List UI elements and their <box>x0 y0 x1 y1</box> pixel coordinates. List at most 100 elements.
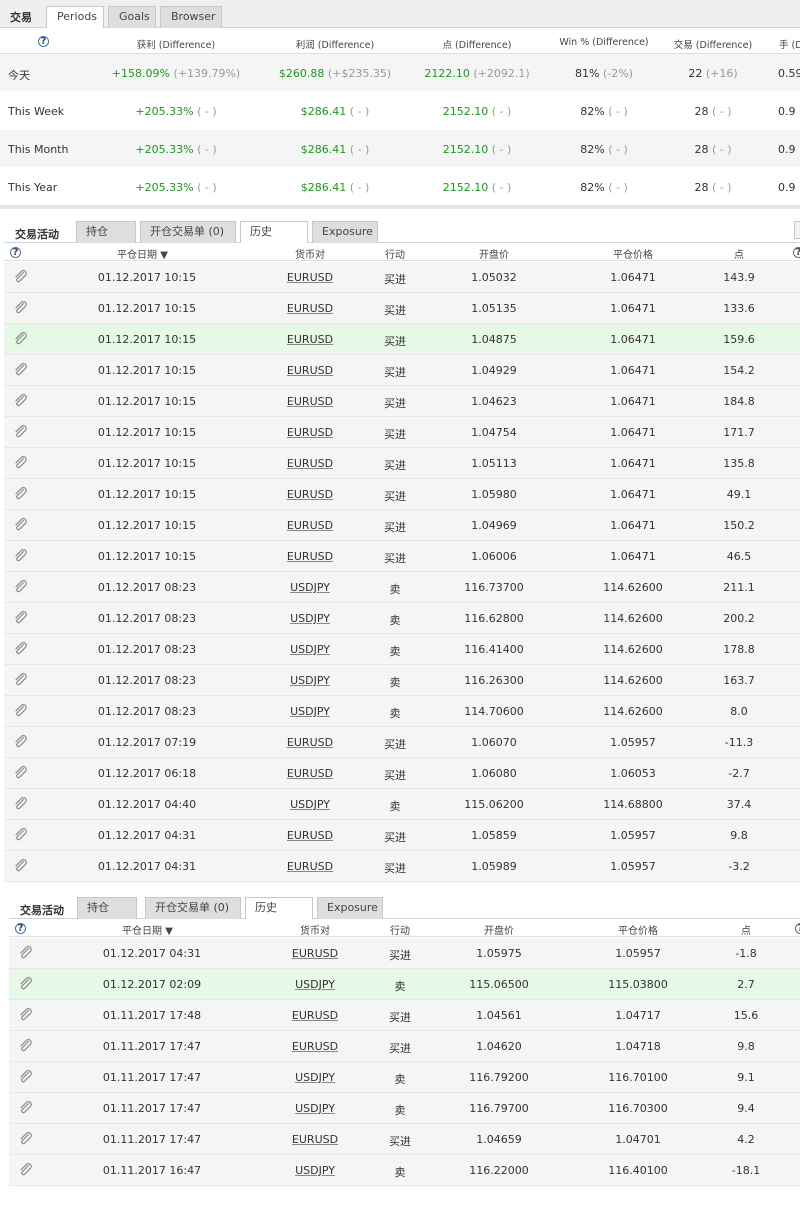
symbol-link[interactable]: USDJPY <box>290 612 330 625</box>
symbol-link[interactable]: EURUSD <box>292 1009 338 1022</box>
table-row[interactable]: 01.12.2017 04:31 EURUSD 买进 1.05859 1.05957 9.… <box>4 820 800 851</box>
symbol-link[interactable]: EURUSD <box>292 947 338 960</box>
paperclip-icon[interactable] <box>19 1038 33 1056</box>
symbol-link[interactable]: EURUSD <box>287 767 333 780</box>
paperclip-icon[interactable] <box>19 1069 33 1087</box>
tab-positions[interactable]: 持仓 (0) <box>77 897 137 934</box>
table-row[interactable]: 01.12.2017 10:15 EURUSD 买进 1.05113 1.06471 13… <box>4 448 800 479</box>
paperclip-icon[interactable] <box>19 1100 33 1118</box>
symbol-link[interactable]: USDJPY <box>295 1102 335 1115</box>
help-icon[interactable]: ? <box>10 247 21 258</box>
symbol-link[interactable]: USDJPY <box>290 798 330 811</box>
table-row[interactable]: 01.12.2017 06:18 EURUSD 买进 1.06080 1.06053 -2… <box>4 758 800 789</box>
table-row[interactable]: 01.12.2017 08:23 USDJPY 卖 114.70600 114.6260… <box>4 696 800 727</box>
paperclip-icon[interactable] <box>14 641 28 659</box>
table-row[interactable]: 01.11.2017 17:48 EURUSD 买进 1.04561 1.04717 15… <box>9 1000 800 1031</box>
paperclip-icon[interactable] <box>14 672 28 690</box>
table-row[interactable]: 01.11.2017 17:47 USDJPY 卖 116.79200 116.7010… <box>9 1062 800 1093</box>
table-row[interactable]: 01.12.2017 04:31 EURUSD 买进 1.05975 1.05957 -1… <box>9 938 800 969</box>
symbol-link[interactable]: EURUSD <box>287 302 333 315</box>
header-pips[interactable]: 点 <box>741 922 751 937</box>
tab-browser[interactable]: Browser <box>160 6 222 28</box>
header-close-date[interactable]: 平仓日期 ▼ <box>122 922 173 937</box>
header-pips[interactable]: 点 <box>734 246 744 261</box>
paperclip-icon[interactable] <box>19 1007 33 1025</box>
paperclip-icon[interactable] <box>14 548 28 566</box>
table-row[interactable]: 01.11.2017 17:47 USDJPY 卖 116.79700 116.7030… <box>9 1093 800 1124</box>
header-action[interactable]: 行动 <box>385 246 405 261</box>
tab-exposure[interactable]: Exposure <box>312 221 378 243</box>
symbol-link[interactable]: USDJPY <box>290 705 330 718</box>
symbol-link[interactable]: EURUSD <box>287 364 333 377</box>
table-row[interactable]: 01.12.2017 10:15 EURUSD 买进 1.05032 1.06471 14… <box>4 262 800 293</box>
help-icon[interactable]: ? <box>38 36 49 47</box>
paperclip-icon[interactable] <box>14 610 28 628</box>
symbol-link[interactable]: EURUSD <box>287 860 333 873</box>
symbol-link[interactable]: EURUSD <box>292 1040 338 1053</box>
paperclip-icon[interactable] <box>14 517 28 535</box>
header-symbol[interactable]: 货币对 <box>295 246 325 261</box>
symbol-link[interactable]: EURUSD <box>287 333 333 346</box>
symbol-link[interactable]: USDJPY <box>290 674 330 687</box>
paperclip-icon[interactable] <box>14 827 28 845</box>
table-row[interactable]: 01.12.2017 10:15 EURUSD 买进 1.04875 1.06471 15… <box>4 324 800 355</box>
symbol-link[interactable]: EURUSD <box>287 550 333 563</box>
table-row[interactable]: 01.11.2017 17:47 EURUSD 买进 1.04659 1.04701 4.… <box>9 1124 800 1155</box>
paperclip-icon[interactable] <box>14 331 28 349</box>
symbol-link[interactable]: EURUSD <box>287 829 333 842</box>
symbol-link[interactable]: EURUSD <box>287 519 333 532</box>
help-icon[interactable]: ? <box>795 923 800 934</box>
symbol-link[interactable]: EURUSD <box>287 736 333 749</box>
table-row[interactable]: 01.11.2017 17:47 EURUSD 买进 1.04620 1.04718 9.… <box>9 1031 800 1062</box>
table-row[interactable]: 01.12.2017 07:19 EURUSD 买进 1.06070 1.05957 -1… <box>4 727 800 758</box>
paperclip-icon[interactable] <box>14 765 28 783</box>
paperclip-icon[interactable] <box>14 796 28 814</box>
symbol-link[interactable]: USDJPY <box>295 1071 335 1084</box>
table-row[interactable]: 01.12.2017 10:15 EURUSD 买进 1.04754 1.06471 17… <box>4 417 800 448</box>
symbol-link[interactable]: USDJPY <box>295 1164 335 1177</box>
tab-history[interactable]: 历史 (28) <box>240 221 308 258</box>
paperclip-icon[interactable] <box>14 486 28 504</box>
paperclip-icon[interactable] <box>19 1162 33 1180</box>
symbol-link[interactable]: USDJPY <box>290 581 330 594</box>
help-icon[interactable]: ? <box>15 923 26 934</box>
symbol-link[interactable]: EURUSD <box>287 488 333 501</box>
table-row[interactable]: 01.12.2017 10:15 EURUSD 买进 1.05980 1.06471 49… <box>4 479 800 510</box>
symbol-link[interactable]: EURUSD <box>287 271 333 284</box>
symbol-link[interactable]: USDJPY <box>290 643 330 656</box>
paperclip-icon[interactable] <box>19 976 33 994</box>
table-row[interactable]: 01.12.2017 10:15 EURUSD 买进 1.04623 1.06471 18… <box>4 386 800 417</box>
paperclip-icon[interactable] <box>14 393 28 411</box>
paperclip-icon[interactable] <box>14 362 28 380</box>
header-close-date[interactable]: 平仓日期 ▼ <box>117 246 168 261</box>
tab-open-orders[interactable]: 开仓交易单 (0) <box>140 221 236 243</box>
tab-periods[interactable]: Periods <box>46 6 104 29</box>
symbol-link[interactable]: EURUSD <box>292 1133 338 1146</box>
paperclip-icon[interactable] <box>14 269 28 287</box>
table-row[interactable]: 01.12.2017 10:15 EURUSD 买进 1.05135 1.06471 13… <box>4 293 800 324</box>
table-row[interactable]: 01.12.2017 08:23 USDJPY 卖 116.73700 114.6260… <box>4 572 800 603</box>
header-close-price[interactable]: 平仓价格 <box>618 922 658 937</box>
header-open-price[interactable]: 开盘价 <box>484 922 514 937</box>
header-action[interactable]: 行动 <box>390 922 410 937</box>
table-row[interactable]: 01.12.2017 04:40 USDJPY 卖 115.06200 114.6880… <box>4 789 800 820</box>
paperclip-icon[interactable] <box>14 424 28 442</box>
symbol-link[interactable]: EURUSD <box>287 395 333 408</box>
tab-history[interactable]: 历史 (28) <box>245 897 313 934</box>
table-row[interactable]: 01.12.2017 10:15 EURUSD 买进 1.04929 1.06471 15… <box>4 355 800 386</box>
table-row[interactable]: 01.12.2017 02:09 USDJPY 卖 115.06500 115.0380… <box>9 969 800 1000</box>
symbol-link[interactable]: EURUSD <box>287 426 333 439</box>
symbol-link[interactable]: USDJPY <box>295 978 335 991</box>
help-icon[interactable]: ? <box>793 247 800 258</box>
paperclip-icon[interactable] <box>14 579 28 597</box>
paperclip-icon[interactable] <box>19 1131 33 1149</box>
table-row[interactable]: 01.12.2017 08:23 USDJPY 卖 116.26300 114.6260… <box>4 665 800 696</box>
table-row[interactable]: 01.12.2017 10:15 EURUSD 买进 1.06006 1.06471 46… <box>4 541 800 572</box>
header-symbol[interactable]: 货币对 <box>300 922 330 937</box>
header-close-price[interactable]: 平仓价格 <box>613 246 653 261</box>
header-open-price[interactable]: 开盘价 <box>479 246 509 261</box>
paperclip-icon[interactable] <box>19 945 33 963</box>
table-row[interactable]: 01.12.2017 08:23 USDJPY 卖 116.41400 114.6260… <box>4 634 800 665</box>
tab-goals[interactable]: Goals <box>108 6 156 28</box>
tab-positions[interactable]: 持仓 (0) <box>76 221 136 258</box>
